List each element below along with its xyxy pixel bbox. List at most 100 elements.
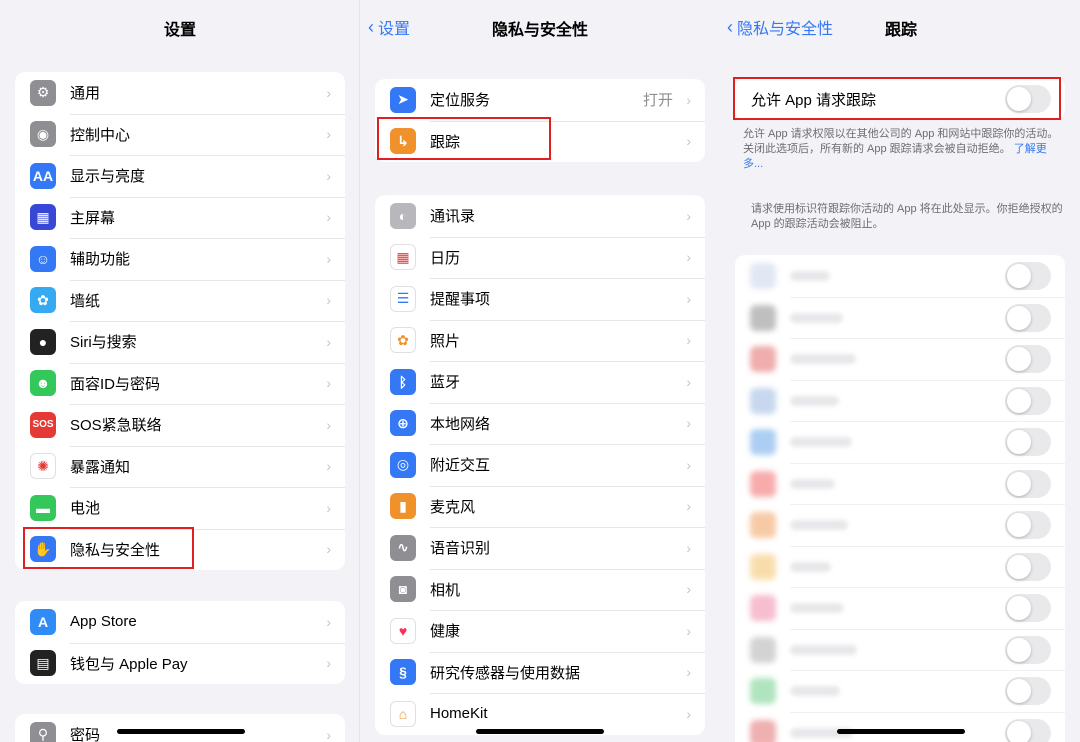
research-icon: §: [390, 659, 416, 686]
settings-row[interactable]: ∿ 语音识别 ›: [375, 527, 705, 569]
back-label: 设置: [378, 21, 411, 38]
row-label: HomeKit: [430, 705, 488, 723]
chevron-right-icon: ›: [686, 581, 691, 598]
highlight-allow-tracking: [733, 77, 1061, 120]
exposure-icon: ✺: [30, 453, 56, 480]
switches-icon: ◉: [30, 121, 56, 148]
settings-row[interactable]: ◙ 相机 ›: [375, 568, 705, 611]
app-name-placeholder: [790, 644, 857, 655]
settings-row[interactable]: A App Store ›: [15, 601, 345, 643]
back-button[interactable]: ‹ 设置: [368, 15, 410, 39]
chevron-right-icon: ›: [326, 250, 331, 267]
app-icon: [750, 346, 776, 372]
app-icon: [750, 719, 776, 742]
settings-row[interactable]: ◉ 控制中心 ›: [15, 113, 345, 156]
face-id-icon: ☻: [30, 370, 56, 397]
settings-row[interactable]: ☻ 面容ID与密码 ›: [15, 362, 345, 405]
tracking-app-row[interactable]: [735, 670, 1065, 712]
chevron-right-icon: ›: [326, 209, 331, 226]
app-icon: [750, 387, 776, 414]
settings-row[interactable]: ⚲ 密码 ›: [15, 714, 345, 742]
settings-row[interactable]: ◎ 附近交互 ›: [375, 444, 705, 486]
row-label: 照片: [430, 332, 461, 350]
chevron-right-icon: ›: [686, 415, 691, 432]
settings-row[interactable]: ✿ 照片 ›: [375, 319, 705, 362]
settings-row[interactable]: AA 显示与亮度 ›: [15, 155, 345, 197]
settings-row[interactable]: § 研究传感器与使用数据 ›: [375, 651, 705, 694]
accessibility-icon: ☺: [30, 245, 56, 272]
settings-row[interactable]: ♥ 健康 ›: [375, 610, 705, 652]
settings-row[interactable]: ▦ 主屏幕 ›: [15, 196, 345, 239]
settings-row[interactable]: ➤ 定位服务 打开 ›: [375, 79, 705, 121]
app-tracking-toggle[interactable]: [1005, 345, 1051, 373]
settings-row[interactable]: ◐ 通讯录 ›: [375, 195, 705, 237]
app-tracking-toggle[interactable]: [1005, 677, 1051, 705]
homekit-icon: ⌂: [390, 700, 416, 727]
app-tracking-toggle[interactable]: [1005, 469, 1051, 498]
settings-row[interactable]: ⚙ 通用 ›: [15, 72, 345, 114]
row-label: 密码: [70, 727, 101, 742]
settings-row[interactable]: ✿ 墙纸 ›: [15, 279, 345, 322]
app-tracking-toggle[interactable]: [1005, 303, 1051, 332]
row-label: 本地网络: [430, 415, 491, 433]
settings-row[interactable]: ▮ 麦克风 ›: [375, 485, 705, 528]
chevron-right-icon: ›: [686, 133, 691, 150]
chevron-right-icon: ›: [326, 458, 331, 475]
tracking-app-row[interactable]: [735, 711, 1065, 742]
app-icon: [750, 595, 776, 621]
tracking-app-row[interactable]: [735, 296, 1065, 339]
app-tracking-toggle[interactable]: [1005, 262, 1051, 290]
sos-icon: SOS: [30, 411, 56, 438]
gear-icon: ⚙: [30, 79, 56, 106]
tracking-app-row[interactable]: [735, 421, 1065, 463]
settings-row[interactable]: ☰ 提醒事项 ›: [375, 278, 705, 320]
contacts-icon: ◐: [390, 202, 416, 229]
tracking-panel: ‹ 隐私与安全性 跟踪 允许 App 请求跟踪 允许 App 请求权限以在其他公…: [719, 0, 1080, 742]
tracking-app-row[interactable]: [735, 504, 1065, 546]
chevron-right-icon: ›: [326, 167, 331, 184]
app-tracking-toggle[interactable]: [1005, 511, 1051, 539]
chevron-left-icon: ‹: [368, 17, 374, 37]
app-tracking-toggle[interactable]: [1005, 635, 1051, 664]
tracking-app-row[interactable]: [735, 462, 1065, 505]
settings-row[interactable]: ⊕ 本地网络 ›: [375, 402, 705, 445]
back-button[interactable]: ‹ 隐私与安全性: [727, 15, 833, 39]
row-label: 蓝牙: [430, 374, 461, 392]
chevron-right-icon: ›: [686, 705, 691, 722]
app-name-placeholder: [790, 520, 848, 530]
settings-row[interactable]: ▬ 电池 ›: [15, 487, 345, 529]
app-tracking-toggle[interactable]: [1005, 386, 1051, 415]
row-label: 电池: [70, 500, 101, 518]
settings-row[interactable]: ✺ 暴露通知 ›: [15, 445, 345, 488]
settings-group-store: A App Store › ▤ 钱包与 Apple Pay ›: [15, 601, 345, 684]
app-tracking-toggle[interactable]: [1005, 552, 1051, 581]
settings-row[interactable]: ▤ 钱包与 Apple Pay ›: [15, 642, 345, 685]
row-label: 研究传感器与使用数据: [430, 664, 581, 682]
tracking-app-row[interactable]: [735, 255, 1065, 297]
app-tracking-toggle[interactable]: [1005, 718, 1051, 742]
app-tracking-toggle[interactable]: [1005, 594, 1051, 622]
chevron-right-icon: ›: [326, 126, 331, 143]
app-icon: [750, 263, 776, 289]
settings-row[interactable]: ☺ 辅助功能 ›: [15, 238, 345, 280]
settings-row[interactable]: ● Siri与搜索 ›: [15, 321, 345, 363]
waveform-icon: ∿: [390, 534, 416, 561]
reminders-icon: ☰: [390, 285, 416, 312]
tracking-app-row[interactable]: [735, 545, 1065, 588]
row-label: 通讯录: [430, 208, 476, 226]
tracking-app-row[interactable]: [735, 587, 1065, 629]
settings-row[interactable]: SOS SOS紧急联络 ›: [15, 404, 345, 446]
tracking-apps-footnote: 请求使用标识符跟踪你活动的 App 将在此处显示。你拒绝授权的 App 的跟踪活…: [751, 203, 1063, 230]
tracking-app-row[interactable]: [735, 379, 1065, 422]
key-icon: ⚲: [30, 721, 56, 742]
app-tracking-toggle[interactable]: [1005, 428, 1051, 456]
chevron-right-icon: ›: [326, 84, 331, 101]
app-name-placeholder: [790, 354, 856, 364]
row-label: 钱包与 Apple Pay: [70, 655, 188, 673]
settings-row[interactable]: ᛒ 蓝牙 ›: [375, 361, 705, 403]
page-title: 隐私与安全性: [492, 22, 589, 39]
settings-row[interactable]: ▦ 日历 ›: [375, 236, 705, 279]
privacy-group-permissions: ◐ 通讯录 › ▦ 日历 › ☰ 提醒事项 › ✿ 照片 › ᛒ 蓝牙 › ⊕ 本地网络 › ◎ 附近交互 › ▮ 麦克风 ›…: [375, 195, 705, 735]
tracking-app-row[interactable]: [735, 628, 1065, 671]
tracking-app-row[interactable]: [735, 338, 1065, 380]
